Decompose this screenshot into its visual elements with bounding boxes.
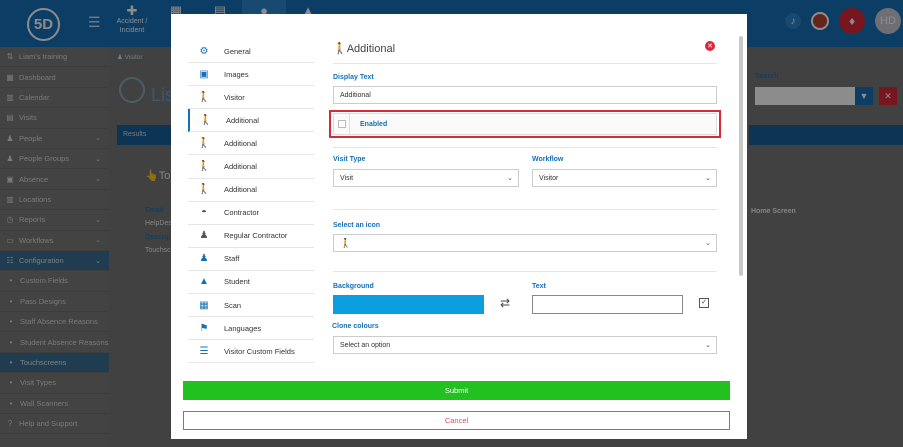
chevron-down-icon: ⌄ bbox=[705, 240, 711, 247]
modal-nav-label: Languages bbox=[224, 323, 262, 333]
modal-nav-label: Visitor Custom Fields bbox=[224, 346, 295, 356]
walking-icon: 🚶 bbox=[197, 184, 211, 196]
walking-icon: 🚶 bbox=[197, 91, 211, 103]
modal-nav-additional-2[interactable]: 🚶 Additional bbox=[188, 132, 314, 156]
modal-nav-label: Scan bbox=[224, 300, 242, 310]
workflow-select[interactable]: Visitor ⌄ bbox=[532, 169, 717, 187]
enabled-row[interactable]: Enabled bbox=[333, 113, 717, 135]
cancel-button[interactable]: Cancel bbox=[183, 411, 730, 430]
modal-nav-label: General bbox=[224, 46, 251, 56]
modal-nav-label: Visitor bbox=[224, 92, 245, 102]
modal-nav-general[interactable]: ⚙ General bbox=[188, 40, 314, 64]
modal-nav-regular-contractor[interactable]: ♟ Regular Contractor bbox=[188, 225, 314, 248]
modal-title: 🚶Additional bbox=[333, 42, 395, 55]
icon-select[interactable]: 🚶 ⌄ bbox=[333, 234, 717, 252]
modal-nav-label: Additional bbox=[226, 115, 259, 125]
divider bbox=[333, 147, 717, 148]
checkbox-checked-icon[interactable]: ✓ bbox=[699, 298, 709, 308]
gears-icon: ⚙ bbox=[199, 45, 209, 57]
modal-nav-label: Staff bbox=[224, 254, 240, 264]
enabled-checkbox[interactable] bbox=[334, 114, 350, 134]
divider bbox=[333, 209, 717, 210]
modal-title-text: Additional bbox=[346, 43, 396, 55]
hard-hat-icon: ◓ bbox=[200, 207, 208, 219]
modal-nav-visitor-custom-fields[interactable]: ☰ Visitor Custom Fields bbox=[188, 340, 314, 364]
qr-icon: ▦ bbox=[199, 299, 209, 311]
display-text-value: Additional bbox=[340, 91, 371, 99]
visit-type-value: Visit bbox=[340, 174, 354, 182]
clone-colours-label: Clone colours bbox=[332, 323, 379, 330]
modal-nav-label: Contractor bbox=[224, 208, 260, 218]
display-text-label: Display Text bbox=[333, 74, 374, 81]
modal-nav-student[interactable]: ▲ Student bbox=[188, 271, 314, 295]
clone-colours-placeholder: Select an option bbox=[340, 341, 391, 349]
visit-type-select[interactable]: Visit ⌄ bbox=[333, 169, 519, 187]
background-color-swatch[interactable] bbox=[333, 295, 484, 314]
modal-nav-label: Additional bbox=[224, 138, 257, 148]
workflow-value: Visitor bbox=[539, 174, 559, 182]
modal-nav-label: Regular Contractor bbox=[224, 231, 288, 241]
modal-nav-languages[interactable]: ⚑ Languages bbox=[188, 317, 314, 341]
workflow-label: Workflow bbox=[532, 156, 564, 163]
chevron-down-icon: ⌄ bbox=[507, 175, 513, 182]
modal-nav-scan[interactable]: ▦ Scan bbox=[188, 294, 314, 318]
walking-icon: 🚶 bbox=[340, 237, 352, 248]
close-icon[interactable]: ✕ bbox=[705, 41, 715, 51]
modal-nav-contractor[interactable]: ◓ Contractor bbox=[188, 202, 314, 225]
flag-icon: ⚑ bbox=[199, 322, 209, 334]
modal-nav-label: Additional bbox=[224, 185, 257, 195]
contractor-icon: ♟ bbox=[199, 230, 209, 242]
walking-icon: 🚶 bbox=[333, 43, 347, 55]
checkbox-square-icon bbox=[337, 120, 346, 128]
edit-touchscreen-modal: ⚙ General ▣ Images 🚶 Visitor 🚶 Additional 🚶 A… bbox=[171, 14, 747, 439]
divider bbox=[333, 271, 717, 272]
chevron-down-icon: ⌄ bbox=[705, 175, 711, 182]
text-color-swatch[interactable] bbox=[532, 295, 683, 314]
image-icon: ▣ bbox=[199, 68, 209, 80]
enabled-label: Enabled bbox=[360, 120, 388, 128]
background-label: Background bbox=[333, 283, 374, 290]
visit-type-label: Visit Type bbox=[333, 156, 366, 163]
walking-icon: 🚶 bbox=[199, 114, 213, 126]
divider bbox=[333, 63, 717, 64]
staff-icon: ♟ bbox=[199, 253, 209, 265]
modal-nav-staff[interactable]: ♟ Staff bbox=[188, 248, 314, 271]
modal-nav-additional-3[interactable]: 🚶 Additional bbox=[188, 155, 314, 179]
modal-nav-images[interactable]: ▣ Images bbox=[188, 63, 314, 87]
submit-button[interactable]: Submit bbox=[183, 381, 730, 400]
modal-nav-label: Student bbox=[224, 277, 250, 287]
modal-nav-label: Additional bbox=[224, 162, 257, 172]
modal-nav-label: Images bbox=[224, 69, 249, 79]
modal-nav-visitor[interactable]: 🚶 Visitor bbox=[188, 86, 314, 110]
list-icon: ☰ bbox=[199, 345, 209, 357]
walking-icon: 🚶 bbox=[197, 137, 211, 149]
display-text-input[interactable]: Additional bbox=[333, 86, 717, 104]
graduation-icon: ▲ bbox=[199, 276, 209, 288]
walking-icon: 🚶 bbox=[197, 161, 211, 173]
modal-nav-additional-1[interactable]: 🚶 Additional bbox=[188, 109, 314, 133]
modal-nav-additional-4[interactable]: 🚶 Additional bbox=[188, 179, 314, 202]
modal-scrollbar[interactable] bbox=[739, 36, 743, 276]
text-color-label: Text bbox=[532, 283, 546, 290]
modal-content: 🚶Additional ✕ Display Text Additional En… bbox=[329, 40, 721, 360]
clone-colours-select[interactable]: Select an option ⌄ bbox=[333, 336, 717, 354]
chevron-down-icon: ⌄ bbox=[705, 342, 711, 349]
icon-label: Select an icon bbox=[333, 222, 381, 229]
modal-nav: ⚙ General ▣ Images 🚶 Visitor 🚶 Additional 🚶 A… bbox=[188, 40, 314, 364]
swap-colours-icon[interactable]: ⇄ bbox=[500, 296, 510, 310]
